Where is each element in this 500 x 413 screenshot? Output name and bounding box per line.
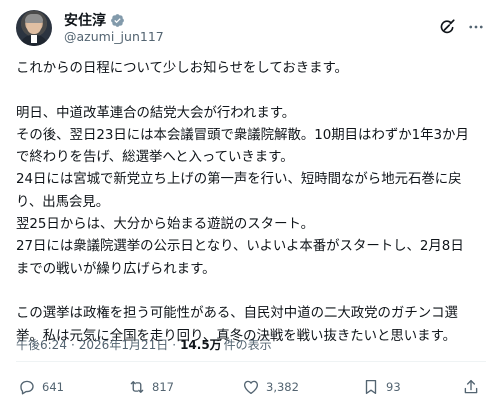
like-count: 3,382 — [266, 380, 299, 394]
verified-badge-icon — [111, 13, 124, 27]
like-button[interactable]: 3,382 — [242, 374, 299, 400]
post: 安住淳 @azumi_jun117 これからの日程について少しお知らせをしておき… — [0, 0, 500, 413]
meta-separator: · — [172, 337, 177, 352]
repost-icon — [130, 381, 144, 393]
post-line: 翌25日からは、大分から始まる遊説のスタート。 — [16, 217, 314, 233]
grok-icon[interactable] — [438, 18, 456, 36]
post-line: り、出馬会見。 — [16, 194, 110, 210]
reply-icon — [20, 380, 34, 395]
repost-count: 817 — [152, 380, 174, 394]
post-line: までの戦いが繰り広げられます。 — [16, 261, 216, 277]
heart-icon — [243, 380, 259, 395]
reply-count: 641 — [42, 380, 64, 394]
more-icon[interactable] — [466, 18, 486, 36]
post-line: 24日には宮城で新党立ち上げの第一声を行い、短時間ながら地元石巻に戻 — [16, 172, 462, 188]
author-name-row: 安住淳 — [64, 10, 125, 30]
divider — [16, 361, 486, 362]
reply-button[interactable]: 641 — [18, 374, 64, 400]
post-header: 安住淳 @azumi_jun117 — [16, 8, 486, 48]
post-line: この選挙は政権を担う可能性がある、自民対中道の二大政党のガチンコ選 — [16, 306, 458, 322]
post-text: これからの日程について少しお知らせをしておきます。 明日、中道改革連合の結党大会… — [16, 58, 486, 348]
post-line: その後、翌日23日には本会議冒頭で衆議院解散。10期目はわずか1年3か月 — [16, 127, 469, 143]
bookmark-button[interactable]: 93 — [362, 374, 401, 400]
share-button[interactable] — [462, 374, 480, 400]
views-label: 件の表示 — [223, 338, 272, 352]
author-handle[interactable]: @azumi_jun117 — [64, 29, 164, 44]
post-line: 明日、中道改革連合の結党大会が行われます。 — [16, 105, 296, 121]
post-line: これからの日程について少しお知らせをしておきます。 — [16, 61, 348, 76]
post-date[interactable]: 2026年1月21日 — [79, 336, 168, 353]
repost-button[interactable]: 817 — [128, 374, 174, 400]
author-display-name[interactable]: 安住淳 — [64, 10, 106, 30]
bookmark-count: 93 — [386, 380, 401, 394]
avatar[interactable] — [16, 10, 52, 46]
share-icon — [464, 379, 478, 394]
meta-separator: · — [70, 337, 75, 352]
post-time[interactable]: 午後6:24 — [16, 336, 67, 353]
bookmark-icon — [365, 379, 377, 395]
views-count: 14.5万 — [180, 338, 222, 352]
post-line: 27日には衆議院選挙の公示日となり、いよいよ本番がスタートし、2月8日 — [16, 239, 464, 255]
post-meta: 午後6:24 · 2026年1月21日 · 14.5万 件の表示 — [16, 336, 272, 353]
post-line: で終わりを告げ、総選挙へと入っていきます。 — [16, 150, 294, 166]
action-bar: 641 817 3,382 93 — [16, 374, 486, 400]
